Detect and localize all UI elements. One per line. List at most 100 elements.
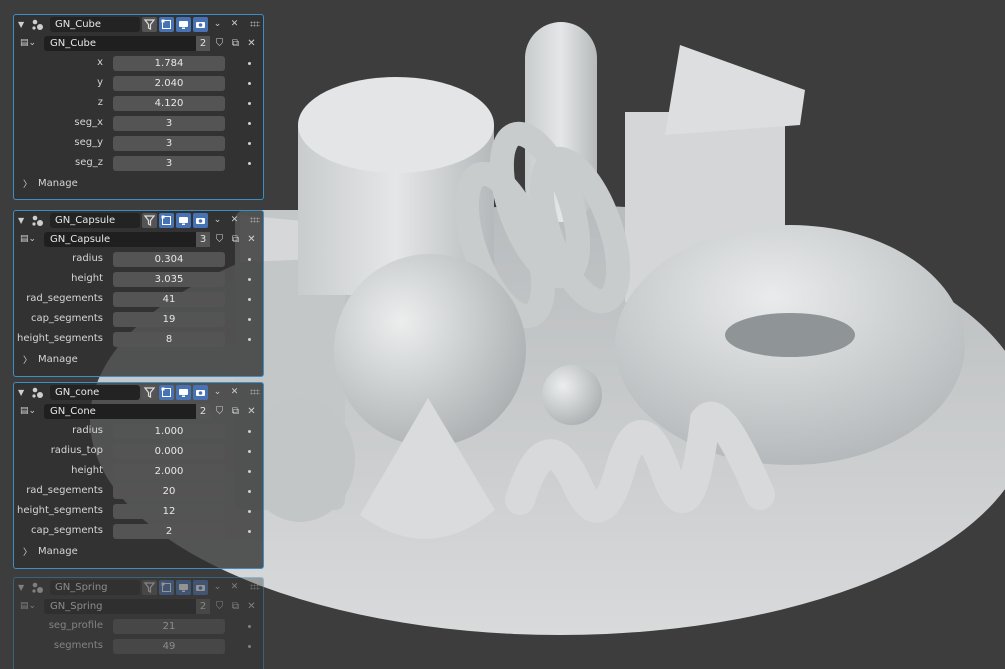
keyframe-dot-icon[interactable]: [248, 450, 251, 453]
duplicate-icon[interactable]: ⧉: [228, 36, 243, 51]
param-row[interactable]: height 2.000: [14, 461, 263, 481]
duplicate-icon[interactable]: ⧉: [228, 599, 243, 614]
chevron-down-icon[interactable]: ▼: [18, 388, 28, 397]
chevron-right-icon[interactable]: 〉: [23, 545, 32, 558]
param-value-field[interactable]: 0.304: [113, 252, 225, 267]
param-row[interactable]: height_segments 8: [14, 329, 263, 349]
render-camera-icon[interactable]: [193, 17, 208, 32]
param-row[interactable]: cap_segments 2: [14, 521, 263, 541]
param-value-field[interactable]: 19: [113, 312, 225, 327]
param-value-field[interactable]: 3: [113, 116, 225, 131]
keyframe-dot-icon[interactable]: [248, 82, 251, 85]
close-icon[interactable]: ✕: [244, 404, 259, 419]
param-value-field[interactable]: 2.000: [113, 464, 225, 479]
viewport-display-icon[interactable]: [176, 17, 191, 32]
param-value-field[interactable]: 20: [113, 484, 225, 499]
param-value-field[interactable]: 3: [113, 136, 225, 151]
param-row[interactable]: seg_z 3: [14, 153, 263, 173]
drag-grip-icon[interactable]: [250, 21, 260, 27]
close-icon[interactable]: ✕: [227, 17, 242, 32]
param-row[interactable]: rad_segements 41: [14, 289, 263, 309]
keyframe-dot-icon[interactable]: [248, 102, 251, 105]
param-value-field[interactable]: 0.000: [113, 444, 225, 459]
viewport-display-icon[interactable]: [176, 385, 191, 400]
chevron-down-icon[interactable]: ⌄: [210, 17, 225, 32]
keyframe-dot-icon[interactable]: [248, 162, 251, 165]
param-row[interactable]: radius 0.304: [14, 249, 263, 269]
param-row[interactable]: radius 1.000: [14, 421, 263, 441]
manage-subpanel[interactable]: 〉 Manage: [14, 541, 263, 561]
close-icon[interactable]: ✕: [244, 36, 259, 51]
funnel-icon[interactable]: [142, 580, 157, 595]
modifier-panel-cone[interactable]: ▼ GN_cone ⌄ ✕ ▤⌄ GN_Cone 2 ⛉ ⧉ ✕ radius …: [13, 382, 264, 569]
node-tree-icon[interactable]: ▤⌄: [20, 601, 40, 613]
panel-header[interactable]: ▼ GN_Spring ⌄ ✕: [14, 578, 263, 597]
render-camera-icon[interactable]: [193, 213, 208, 228]
chevron-right-icon[interactable]: 〉: [23, 353, 32, 366]
panel-header[interactable]: ▼ GN_Cube ⌄ ✕: [14, 15, 263, 34]
duplicate-icon[interactable]: ⧉: [228, 232, 243, 247]
keyframe-dot-icon[interactable]: [248, 430, 251, 433]
viewport-display-icon[interactable]: [176, 580, 191, 595]
node-group-row[interactable]: ▤⌄ GN_Capsule 3 ⛉ ⧉ ✕: [17, 231, 260, 249]
param-value-field[interactable]: 4.120: [113, 96, 225, 111]
chevron-right-icon[interactable]: 〉: [23, 177, 32, 190]
chevron-down-icon[interactable]: ⌄: [210, 580, 225, 595]
node-group-name-field[interactable]: GN_Cube: [44, 36, 196, 51]
drag-grip-icon[interactable]: [250, 584, 260, 590]
param-row[interactable]: radius_top 0.000: [14, 441, 263, 461]
keyframe-dot-icon[interactable]: [248, 470, 251, 473]
manage-subpanel[interactable]: 〉 Manage: [14, 349, 263, 369]
param-row[interactable]: seg_y 3: [14, 133, 263, 153]
close-icon[interactable]: ✕: [227, 385, 242, 400]
chevron-down-icon[interactable]: ⌄: [210, 385, 225, 400]
keyframe-dot-icon[interactable]: [248, 318, 251, 321]
keyframe-dot-icon[interactable]: [248, 122, 251, 125]
modifier-name-field[interactable]: GN_cone: [50, 385, 140, 400]
keyframe-dot-icon[interactable]: [248, 142, 251, 145]
panel-header[interactable]: ▼ GN_Capsule ⌄ ✕: [14, 211, 263, 230]
keyframe-dot-icon[interactable]: [248, 62, 251, 65]
modifier-name-field[interactable]: GN_Cube: [50, 17, 140, 32]
param-value-field[interactable]: 2.040: [113, 76, 225, 91]
param-row[interactable]: seg_profile 21: [14, 616, 263, 636]
close-icon[interactable]: ✕: [227, 580, 242, 595]
param-value-field[interactable]: 2: [113, 524, 225, 539]
keyframe-dot-icon[interactable]: [248, 298, 251, 301]
edit-mode-icon[interactable]: [159, 385, 174, 400]
param-row[interactable]: y 2.040: [14, 73, 263, 93]
drag-grip-icon[interactable]: [250, 389, 260, 395]
panel-header[interactable]: ▼ GN_cone ⌄ ✕: [14, 383, 263, 402]
shield-icon[interactable]: ⛉: [212, 404, 227, 419]
edit-mode-icon[interactable]: [159, 213, 174, 228]
duplicate-icon[interactable]: ⧉: [228, 404, 243, 419]
param-value-field[interactable]: 49: [113, 639, 225, 654]
node-group-name-field[interactable]: GN_Spring: [44, 599, 196, 614]
keyframe-dot-icon[interactable]: [248, 625, 251, 628]
node-group-name-field[interactable]: GN_Cone: [44, 404, 196, 419]
node-tree-icon[interactable]: ▤⌄: [20, 406, 40, 418]
param-row[interactable]: seg_x 3: [14, 113, 263, 133]
modifier-name-field[interactable]: GN_Capsule: [50, 213, 140, 228]
edit-mode-icon[interactable]: [159, 580, 174, 595]
render-camera-icon[interactable]: [193, 385, 208, 400]
funnel-icon[interactable]: [142, 213, 157, 228]
keyframe-dot-icon[interactable]: [248, 530, 251, 533]
shield-icon[interactable]: ⛉: [212, 232, 227, 247]
close-icon[interactable]: ✕: [227, 213, 242, 228]
manage-subpanel[interactable]: 〉 Manage: [14, 173, 263, 193]
keyframe-dot-icon[interactable]: [248, 645, 251, 648]
modifier-panel-capsule[interactable]: ▼ GN_Capsule ⌄ ✕ ▤⌄ GN_Capsule 3 ⛉ ⧉ ✕ r…: [13, 210, 264, 377]
shield-icon[interactable]: ⛉: [212, 599, 227, 614]
keyframe-dot-icon[interactable]: [248, 258, 251, 261]
shield-icon[interactable]: ⛉: [212, 36, 227, 51]
funnel-icon[interactable]: [142, 385, 157, 400]
param-row[interactable]: z 4.120: [14, 93, 263, 113]
render-camera-icon[interactable]: [193, 580, 208, 595]
node-tree-icon[interactable]: ▤⌄: [20, 234, 40, 246]
keyframe-dot-icon[interactable]: [248, 278, 251, 281]
param-row[interactable]: cap_segments 19: [14, 309, 263, 329]
node-group-row[interactable]: ▤⌄ GN_Cube 2 ⛉ ⧉ ✕: [17, 35, 260, 53]
param-value-field[interactable]: 8: [113, 332, 225, 347]
chevron-down-icon[interactable]: ▼: [18, 20, 28, 29]
